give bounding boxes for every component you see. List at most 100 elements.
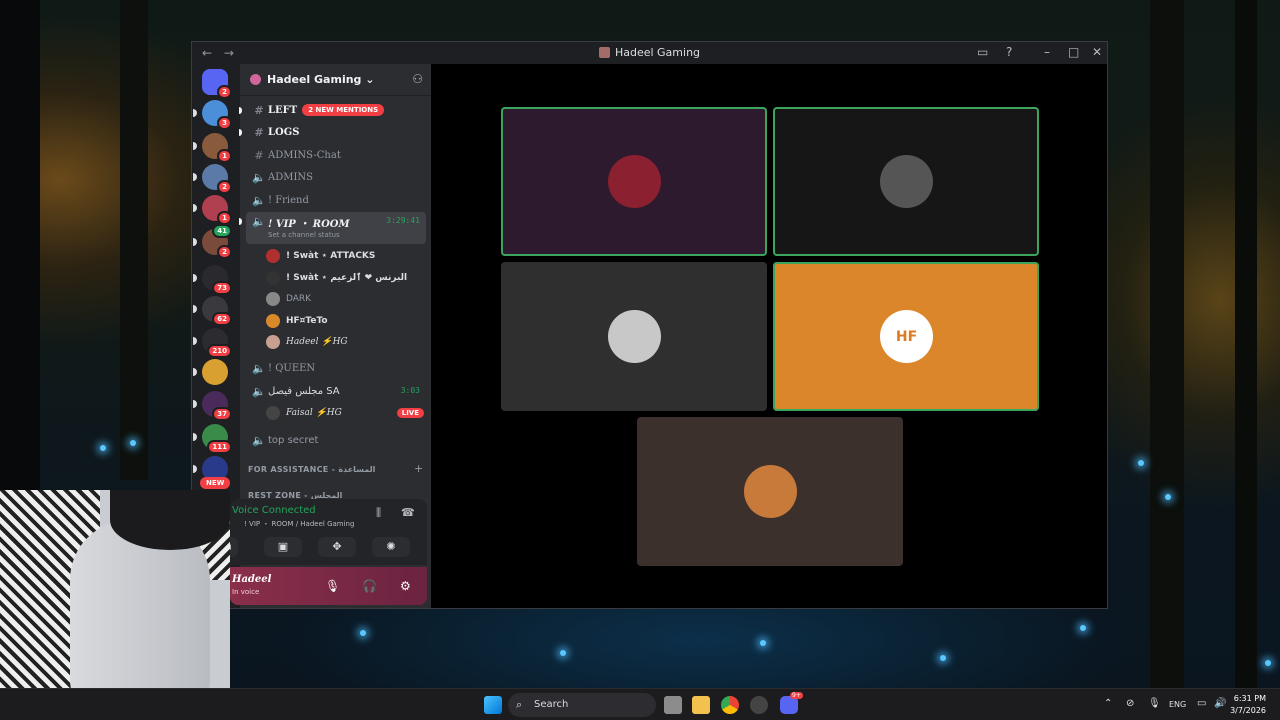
file-explorer-icon[interactable] [692,696,710,714]
server-icon[interactable]: 37 [193,391,232,421]
settings-gear-icon[interactable]: ⚙ [400,579,411,593]
channel-top-secret[interactable]: 🔈 top secret [246,430,426,450]
voice-user-name: DARK [286,294,312,304]
server-icon[interactable]: 2 41 [193,224,232,259]
tray-chevron-icon[interactable]: ⌃ [1104,698,1112,709]
voice-user-name: Faisal ⚡HG [286,408,342,418]
hash-icon: # [254,125,264,139]
server-icon [598,47,610,58]
voice-connected-title[interactable]: Voice Connected [232,505,316,516]
server-badge: 1 [217,211,232,225]
chrome-icon[interactable] [721,696,739,714]
voice-user[interactable]: Hadeel ⚡HG [266,333,348,351]
user-panel: Hadeel In voice 🎙 🎧 ⚙ [230,567,427,605]
username[interactable]: Hadeel [232,574,271,585]
server-icon[interactable]: 111 [193,424,232,454]
channel-left[interactable]: # LEFT 2 NEW MENTIONS [239,100,426,120]
server-unread-pip [193,337,197,345]
window-title: Hadeel Gaming [192,46,1107,59]
voice-user[interactable]: ! Swàt ⋆ البرنس ❤ ٱلزعيم [266,269,407,287]
guild-header[interactable]: Hadeel Gaming ⌄ ⚇ [240,64,431,96]
monitor-icon[interactable]: ▭ [1197,698,1206,709]
category-assistance[interactable]: FOR ASSISTANCE - المساعدة [248,465,375,474]
volume-icon[interactable]: 🔊 [1214,698,1226,709]
channel-logs[interactable]: # LOGS [239,122,426,142]
microphone-icon[interactable]: 🎙 [325,579,340,593]
video-tile[interactable] [501,107,767,256]
background-tree [1150,0,1184,700]
language-indicator[interactable]: ENG [1169,700,1186,709]
noise-suppression-icon[interactable]: ⫼ [376,506,381,520]
server-icon[interactable]: 2 [193,164,232,194]
voice-user-name: Hadeel ⚡HG [286,337,348,347]
maximize-icon[interactable]: □ [1068,45,1079,59]
channel-admins-chat[interactable]: # ADMINS-Chat [246,145,426,165]
voice-user[interactable]: DARK [266,290,311,308]
server-icon[interactable]: 1 [193,195,232,225]
minimize-icon[interactable]: – [1044,45,1050,59]
network-off-icon[interactable]: ⊘ [1126,698,1134,709]
speaker-icon: 🔈 [252,384,266,398]
speaker-icon: 🔈 [252,215,266,228]
server-icon[interactable] [193,359,228,385]
live-badge[interactable]: LIVE [396,408,424,418]
clock[interactable]: 6:31 PM 3/7/2026 [1230,693,1266,717]
microphone-tray-icon[interactable]: 🎙 [1148,698,1161,709]
speaker-icon: 🔈 [252,361,266,375]
voice-user[interactable]: Faisal ⚡HG LIVE [266,404,424,422]
server-icon[interactable]: 73 [193,265,232,295]
server-icon[interactable]: 2 [202,69,232,99]
help-icon[interactable]: ? [1006,45,1012,59]
discord-window: ← → Hadeel Gaming ▭ ? – □ ✕ 2 3 1 2 1 2 41 73 62… [191,41,1108,609]
speaker-icon: 🔈 [252,193,266,207]
search-icon: ⌕ [516,698,523,711]
disconnect-icon[interactable]: ☎ [401,506,415,519]
background-tree [0,0,40,490]
voice-user[interactable]: ! Swàt ⋆ ATTACKS [266,247,375,265]
server-icon[interactable]: 1 [193,133,232,163]
soundboard-button[interactable]: ✺ [372,537,410,557]
channel-majlis[interactable]: 🔈 مجلس فيصل SA 3:03 [246,381,426,401]
server-badge: 1 [217,149,232,163]
app-icon[interactable] [750,696,768,714]
video-tile[interactable]: HF [773,262,1039,411]
inbox-icon[interactable]: ▭ [977,45,988,59]
add-channel-icon[interactable]: + [414,462,423,475]
server-icon[interactable]: 62 [193,296,232,326]
firefly [1165,494,1171,500]
activities-button[interactable]: ✥ [318,537,356,557]
video-tile[interactable] [637,417,903,566]
server-unread-pip [193,204,197,212]
video-tile[interactable] [501,262,767,411]
screen-share-button[interactable]: ▣ [264,537,302,557]
channel-status[interactable]: Set a channel status [268,231,340,239]
new-server-pill[interactable]: NEW [200,477,231,489]
channel-queen[interactable]: 🔈 ! QUEEN [246,358,426,378]
voice-channel-path[interactable]: ! VIP ・ ROOM / Hadeel Gaming [244,519,354,529]
close-icon[interactable]: ✕ [1092,45,1102,59]
server-icon[interactable]: 210 [193,328,232,358]
discord-notification-badge: 9+ [790,692,803,699]
hash-icon: # [254,148,264,162]
server-badge: 2 [217,85,232,99]
invite-people-icon[interactable]: ⚇ [412,72,423,86]
headphones-icon[interactable]: 🎧 [362,579,377,593]
participant-avatar [744,465,797,518]
start-icon[interactable] [484,696,502,714]
voice-user[interactable]: HF¤TeTo [266,312,328,330]
server-unread-pip [193,465,197,473]
channel-vip-room[interactable]: 🔈 ! VIP ・ ROOM 3:29:41 Set a channel sta… [239,212,426,244]
server-icon[interactable]: 3 [193,100,232,130]
mentions-badge[interactable]: 2 NEW MENTIONS [302,104,385,116]
channel-admins[interactable]: 🔈 ADMINS [246,167,426,187]
task-view-icon[interactable] [664,696,682,714]
taskbar-search[interactable]: ⌕ Search [508,693,656,717]
channel-friend[interactable]: 🔈 ! Friend [246,190,426,210]
server-unread-pip [193,173,197,181]
portrait-hair [110,490,230,550]
server-badge: 37 [212,407,232,421]
call-timer: 3:03 [400,386,420,395]
server-unread-pip [193,400,197,408]
guild-name: Hadeel Gaming ⌄ [267,73,375,86]
video-tile[interactable] [773,107,1039,256]
